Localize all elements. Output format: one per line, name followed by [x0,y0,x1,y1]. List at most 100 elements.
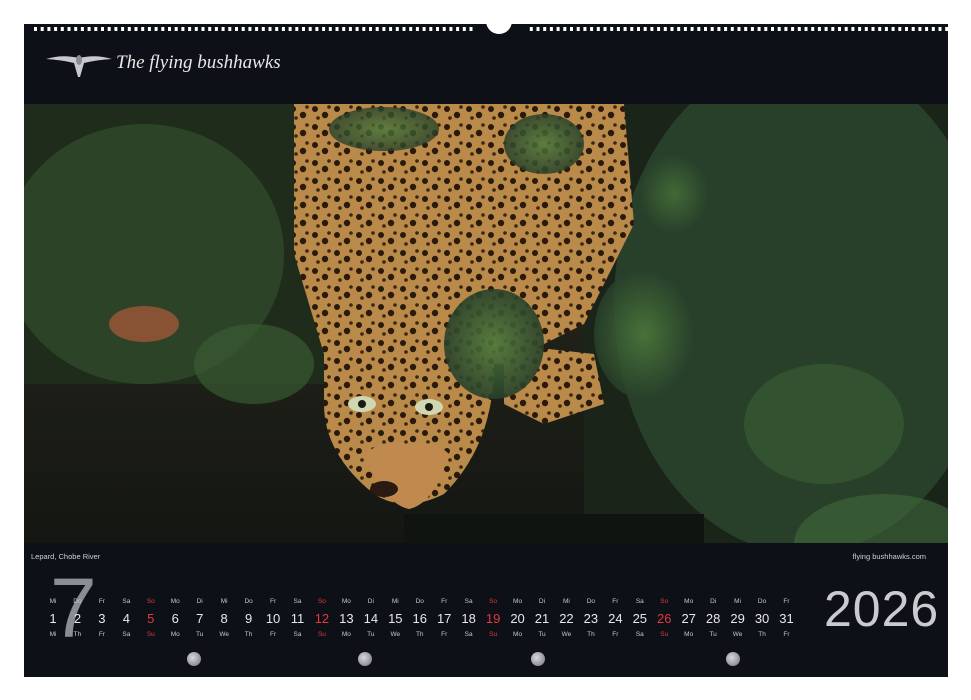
weekday-label: Mo [341,631,351,638]
weekday-label: Fr [783,631,790,638]
binding-dot [677,27,681,31]
binding-dot [94,27,98,31]
binding-dot [168,27,171,31]
binding-dot [362,27,366,31]
weekday-label: Mo [513,598,523,605]
binding-dot [141,27,145,31]
binding-dot [154,27,158,31]
weekday-label: We [390,631,401,638]
weekday-label: We [561,631,572,638]
binding-dot [315,27,319,31]
day-number: 31 [779,611,794,626]
weekday-label: Su [317,631,326,638]
weekday-label: Sa [122,631,131,638]
moon-phase-icon [726,652,740,666]
weekday-label: Th [758,631,766,638]
binding-dot [704,27,707,31]
binding-dot [871,27,875,31]
binding-dot [764,27,768,31]
day-number: 25 [632,611,648,626]
day-number: 22 [559,611,574,626]
binding-dot [188,27,192,31]
binding-dot [556,27,560,31]
weekday-label: So [146,598,155,605]
weekday-label: Su [146,631,155,638]
weekday-label: We [219,631,229,638]
binding-dot [791,27,795,31]
binding-dot [121,27,125,31]
moon-phase-icon [358,652,372,666]
day-number: 7 [196,611,204,626]
day-number: 28 [705,611,721,626]
weekday-label: Fr [441,598,448,605]
day-number: 24 [608,611,623,626]
binding-dot [415,27,419,31]
binding-dot [322,27,326,31]
day-number: 26 [657,611,672,626]
weekday-label: Sa [635,631,644,638]
binding-dot [107,27,111,31]
binding-dot [395,27,399,31]
binding-dot [47,27,51,31]
day-number: 14 [363,611,379,626]
binding-dot [717,27,721,31]
weekday-label: Sa [122,598,131,605]
binding-dot [563,27,567,31]
binding-dot [945,27,949,31]
binding-dot [844,27,848,31]
binding-dot [710,27,714,31]
day-number: 2 [73,611,82,626]
weekday-label: Do [73,598,82,605]
weekday-label: Sa [293,631,302,638]
binding-dot [931,27,935,31]
day-number: 8 [220,611,228,626]
binding-dot [911,27,915,31]
binding-dot [549,27,553,31]
binding-dot [630,27,634,31]
binding-dot [536,27,540,31]
binding-dot [784,27,788,31]
weekday-label: Su [489,631,498,638]
day-number: 20 [510,611,525,626]
weekday-label: Di [367,598,374,605]
binding-dot [744,27,748,31]
weekday-label: Th [73,631,82,638]
binding-dot [657,27,661,31]
calendar-page: The flying bushhawks Lepard, Chobe River… [24,24,948,677]
binding-dot [858,27,862,31]
binding-dot [375,27,379,31]
binding-dot [201,27,205,31]
weekday-label: So [489,598,498,605]
weekday-label: Tu [196,631,204,638]
binding-dot [281,27,285,31]
binding-dot [938,27,942,31]
binding-dot [663,27,667,31]
day-number: 5 [147,611,155,626]
binding-dot [422,27,426,31]
weekday-label: Sa [293,598,302,605]
binding-dot [382,27,386,31]
binding-dot [248,27,252,31]
day-number: 11 [290,611,305,626]
binding-dots [34,27,949,31]
weekday-label: Fr [612,631,619,638]
moon-phase-icon [531,652,545,666]
binding-dot [161,27,165,31]
binding-dot [650,27,654,31]
binding-dot [583,27,587,31]
day-number: 16 [412,611,427,626]
binding-dot [884,27,888,31]
weekday-label: Fr [612,598,619,605]
day-number: 30 [754,611,770,626]
binding-dot [80,27,84,31]
weekday-label: So [317,598,326,605]
weekday-label: Mo [684,598,694,605]
weekday-label: Fr [783,598,790,605]
binding-dot [456,27,460,31]
binding-dot [342,27,346,31]
weekday-label: Mo [684,631,694,638]
binding-dot [228,27,232,31]
binding-dot [824,27,828,31]
binding-dot [817,27,821,31]
binding-dot [670,27,674,31]
